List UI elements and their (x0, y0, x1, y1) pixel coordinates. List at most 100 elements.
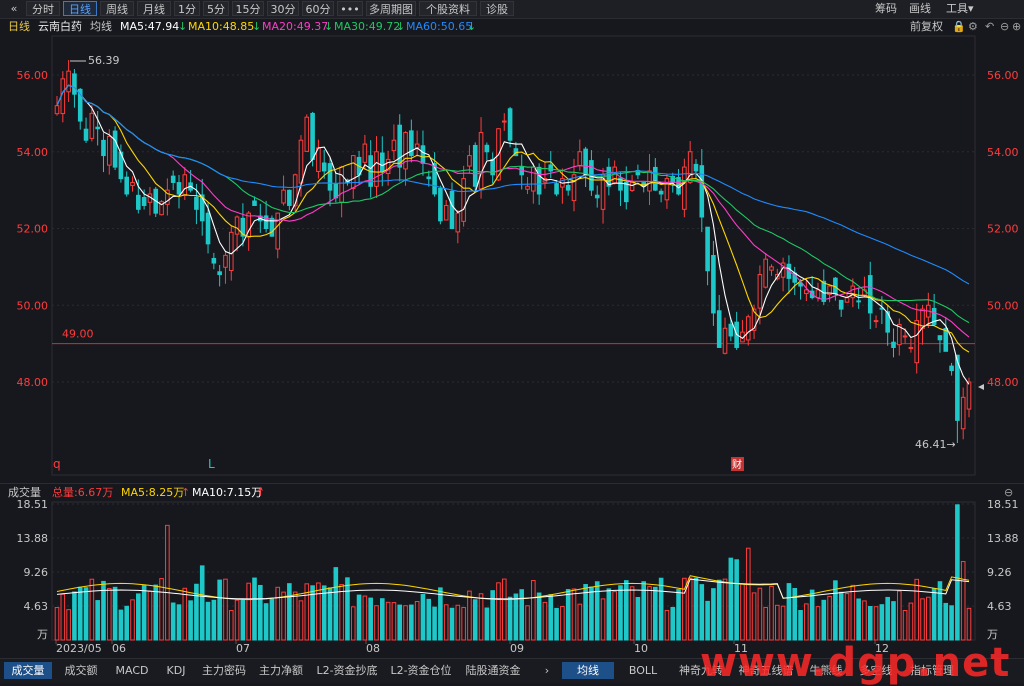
volume-bar (60, 593, 66, 641)
volume-bar (391, 602, 397, 641)
indicator-tab-0[interactable]: 成交量 (4, 662, 52, 679)
volume-bar (484, 607, 490, 641)
indicator-tab-4[interactable]: 主力密码 (198, 662, 250, 679)
candle-body (699, 165, 705, 218)
candle-body (397, 124, 403, 168)
volume-bar (565, 589, 571, 641)
volume-bar (170, 602, 176, 641)
volume-bar (647, 586, 652, 641)
candle-body (693, 163, 699, 172)
volume-bar (258, 584, 263, 641)
candle-body (194, 196, 199, 210)
candle-body (333, 182, 339, 199)
candle-body (687, 151, 693, 183)
candle-body (228, 231, 234, 271)
overlay-tab-0[interactable]: 均线 (562, 662, 614, 679)
indicator-tab-3[interactable]: KDJ (158, 662, 194, 679)
candle-body (844, 297, 850, 303)
x-axis-label: 09 (510, 642, 524, 655)
candle-body (873, 320, 879, 323)
volume-bar (850, 584, 856, 641)
volume-bar (217, 579, 222, 641)
volume-bar (316, 582, 321, 641)
volume-bar (490, 590, 495, 641)
indicator-tab-6[interactable]: L2-资金抄底 (312, 662, 382, 679)
volume-bar (275, 586, 281, 641)
overlay-tab-1[interactable]: BOLL (618, 662, 668, 679)
candle-body (577, 151, 583, 167)
volume-ma5-line (56, 575, 970, 601)
candle-body (728, 323, 734, 337)
volume-bar (542, 601, 548, 641)
volume-bar (414, 600, 420, 641)
ma30-line (56, 84, 970, 324)
volume-bar (54, 607, 60, 641)
tabs-scroll-right-icon[interactable]: › (540, 662, 554, 679)
volume-bar (182, 587, 188, 641)
low-price-label: 46.41→ (915, 438, 956, 451)
volume-bar (507, 596, 513, 641)
volume-bar (519, 589, 525, 641)
candle-body (501, 120, 507, 123)
volume-bar (867, 606, 873, 641)
kline-chart[interactable]: 56.00 56.00 54.00 54.00 52.00 52.00 50.00 50.00… (0, 0, 1024, 658)
price-tick-right: 54.00 (987, 146, 1019, 159)
volume-tick-left: 13.88 (17, 532, 49, 545)
volume-bar (885, 596, 890, 641)
volume-bar (693, 577, 699, 641)
x-axis-label: 2023/05 (56, 642, 102, 655)
indicator-tab-7[interactable]: L2-资金仓位 (386, 662, 456, 679)
volume-bar (136, 593, 141, 641)
volume-bar (385, 601, 391, 641)
volume-bar (658, 577, 664, 641)
volume-bar (188, 600, 193, 641)
candle-body (321, 162, 327, 172)
volume-ma5: MA5:8.25万 (121, 486, 185, 499)
volume-bar (815, 606, 821, 641)
volume-bar (937, 581, 943, 641)
event-marker-q: q (53, 457, 61, 471)
volume-bar (914, 578, 920, 641)
candle-body (821, 280, 827, 302)
x-axis-label: 10 (634, 642, 648, 655)
candle-body (136, 194, 141, 210)
indicator-tab-8[interactable]: 陆股通资金 (460, 662, 526, 679)
candle-body (176, 182, 182, 195)
volume-bar (896, 590, 902, 641)
candle-body (298, 139, 304, 184)
volume-bar (699, 584, 705, 641)
candle-body (362, 143, 368, 163)
volume-total: 总量:6.67万 (52, 486, 114, 499)
volume-bar (165, 524, 170, 641)
volume-bar (926, 596, 931, 641)
volume-bar (560, 605, 565, 641)
candle-body (130, 181, 135, 187)
volume-bar (240, 599, 246, 641)
volume-bar (403, 605, 408, 641)
volume-bar (879, 604, 885, 641)
volume-bar (786, 583, 792, 641)
volume-bar (711, 588, 716, 641)
volume-bar (966, 607, 972, 641)
up-arrow-icon: ↑ (256, 486, 266, 499)
candle-body (716, 310, 722, 348)
price-tick-right: 52.00 (987, 223, 1019, 236)
candle-body (937, 335, 943, 341)
collapse-icon[interactable]: ⊖ (1004, 484, 1013, 501)
reference-line-label: 49.00 (62, 328, 94, 341)
volume-bar (960, 561, 966, 641)
volume-bar (821, 599, 827, 641)
candle-body (217, 271, 222, 276)
volume-bar (554, 607, 559, 641)
indicator-tab-1[interactable]: 成交额 (56, 662, 106, 679)
volume-bar (949, 605, 954, 641)
volume-bar (298, 600, 304, 641)
price-tick-right: 48.00 (987, 376, 1019, 389)
volume-bar (106, 588, 112, 641)
volume-bar (513, 593, 519, 641)
volume-bar (292, 591, 298, 641)
candle-body (623, 181, 629, 203)
indicator-tab-2[interactable]: MACD (110, 662, 154, 679)
candle-body (850, 285, 856, 299)
indicator-tab-5[interactable]: 主力净额 (254, 662, 308, 679)
